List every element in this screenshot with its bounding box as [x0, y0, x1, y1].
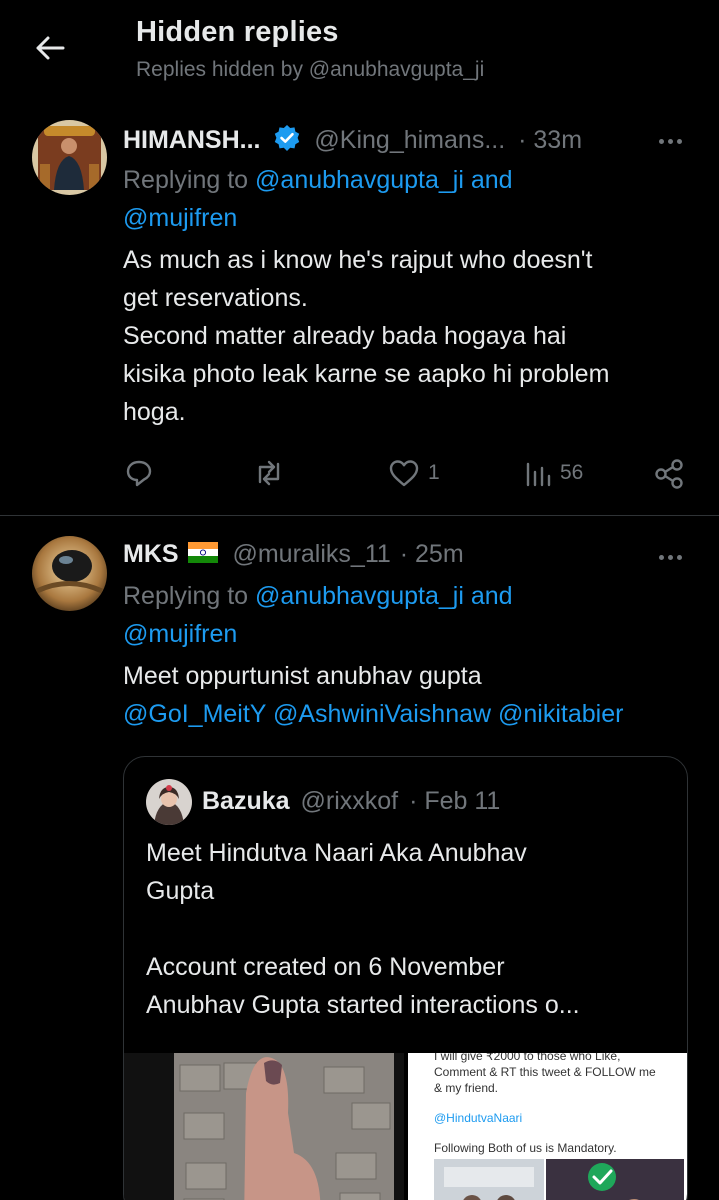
media-image-left[interactable]	[124, 1053, 404, 1200]
quoted-text-line: Gupta	[146, 877, 215, 905]
avatar[interactable]	[32, 120, 107, 195]
replying-prefix: Replying to	[123, 582, 249, 610]
views-icon	[526, 462, 551, 487]
mention-link[interactable]: @GoI_MeitY	[123, 700, 266, 728]
replying-and[interactable]: and	[471, 166, 513, 194]
image-text-line: Comment & RT this tweet & FOLLOW me	[434, 1065, 656, 1079]
quoted-text-line: Anubhav Gupta started interactions o...	[146, 991, 580, 1019]
heart-icon	[389, 460, 419, 487]
quoted-media[interactable]: I will give ₹2000 to those who Like, Com…	[124, 1053, 687, 1200]
tweet-meta: MKS @muraliks_11 · 25m	[123, 540, 464, 570]
reply-icon	[126, 460, 152, 487]
avatar[interactable]	[146, 779, 192, 825]
tweet-text-line: kisika photo leak karne se aapko hi prob…	[123, 360, 610, 388]
embedded-photo	[434, 1159, 684, 1200]
repost-button[interactable]	[252, 458, 286, 488]
replying-prefix: Replying to	[123, 166, 249, 194]
like-count: 1	[428, 461, 440, 484]
more-options-icon[interactable]	[652, 546, 688, 568]
separator: ·	[399, 540, 409, 568]
mention-link[interactable]: @mujifren	[123, 620, 237, 648]
image-text-line: & my friend.	[434, 1081, 499, 1095]
share-icon	[655, 459, 683, 489]
display-name[interactable]: MKS	[123, 540, 179, 568]
replying-to-line: Replying to @anubhavgupta_ji and	[123, 582, 513, 611]
timestamp[interactable]: 25m	[415, 540, 464, 568]
mention-link[interactable]: @mujifren	[123, 204, 237, 232]
quoted-text-line: Account created on 6 November	[146, 953, 505, 981]
timestamp[interactable]: 33m	[533, 126, 582, 154]
handle[interactable]: @muraliks_11	[232, 540, 390, 568]
quoted-tweet-meta: Bazuka @rixxkof · Feb 11	[202, 787, 500, 816]
handle[interactable]: @rixxkof	[301, 787, 399, 815]
image-text-line: Following Both of us is Mandatory.	[434, 1141, 617, 1155]
handle[interactable]: @King_himans...	[314, 126, 505, 154]
tweet-text-line: get reservations.	[123, 284, 308, 312]
tweet-meta: HIMANSH... @King_himans... · 33m	[123, 124, 582, 159]
views-count: 56	[560, 461, 584, 484]
more-options-icon[interactable]	[652, 130, 688, 152]
tweet-text-line: hoga.	[123, 398, 186, 426]
display-name[interactable]: HIMANSH...	[123, 126, 261, 154]
avatar[interactable]	[32, 536, 107, 611]
mention-link[interactable]: @anubhavgupta_ji	[255, 166, 464, 194]
mention-link[interactable]: @nikitabier	[498, 700, 623, 728]
separator: ·	[409, 787, 418, 815]
date: Feb 11	[424, 787, 501, 815]
mention-link[interactable]: @anubhavgupta_ji	[255, 582, 464, 610]
replying-and[interactable]: and	[471, 582, 513, 610]
replying-to-line: Replying to @anubhavgupta_ji and	[123, 166, 513, 195]
tweet-text-line: Second matter already bada hogaya hai	[123, 322, 567, 350]
media-image-right[interactable]: I will give ₹2000 to those who Like, Com…	[408, 1053, 687, 1200]
reply-button[interactable]	[124, 458, 154, 488]
separator: ·	[518, 126, 527, 154]
image-text-line: I will give ₹2000 to those who Like,	[434, 1053, 621, 1063]
repost-icon	[258, 460, 280, 486]
quoted-text-line: Meet Hindutva Naari Aka Anubhav	[146, 839, 527, 867]
tweet-text-line: As much as i know he's rajput who doesn'…	[123, 246, 593, 274]
display-name[interactable]: Bazuka	[202, 787, 290, 815]
tweet-text-line: Meet oppurtunist anubhav gupta	[123, 662, 482, 690]
indian-flag-icon	[187, 541, 218, 570]
share-button[interactable]	[653, 458, 685, 490]
replying-to-line-2: @mujifren	[123, 204, 237, 233]
quoted-tweet-card[interactable]: Bazuka @rixxkof · Feb 11 Meet Hindutva N…	[123, 756, 688, 1200]
mention-link[interactable]: @AshwiniVaishnaw	[273, 700, 491, 728]
views-button[interactable]: 56	[524, 458, 583, 488]
verified-badge-icon	[273, 124, 301, 159]
image-text-mention: @HindutvaNaari	[434, 1111, 523, 1125]
reply-tweet[interactable]: HIMANSH... @King_himans... · 33m Replyin…	[0, 0, 719, 515]
replying-to-line-2: @mujifren	[123, 620, 237, 649]
tweet-mentions-line: @GoI_MeitY @AshwiniVaishnaw @nikitabier	[123, 700, 623, 729]
like-button[interactable]: 1	[388, 458, 440, 488]
